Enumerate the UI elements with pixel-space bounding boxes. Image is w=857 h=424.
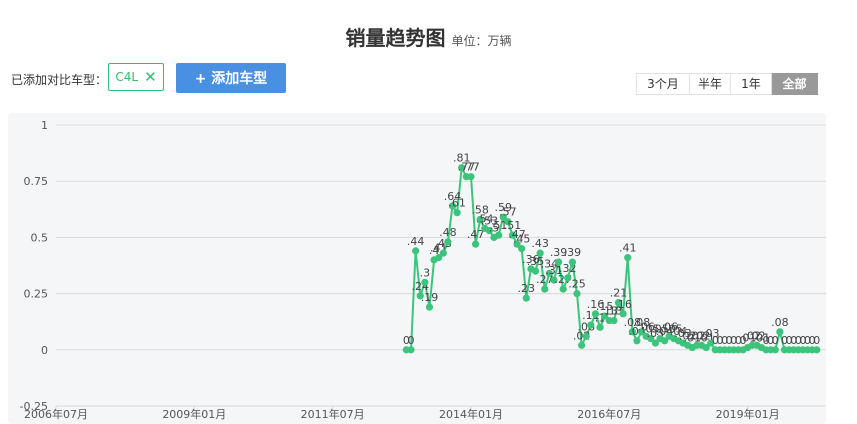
- data-label: .48: [439, 226, 457, 239]
- data-point: [624, 254, 632, 262]
- data-point: [412, 247, 420, 255]
- data-point: [536, 249, 544, 257]
- data-label: 0: [813, 334, 820, 347]
- data-label: .43: [531, 237, 549, 250]
- y-tick-label: 1: [41, 119, 48, 132]
- data-label: .08: [771, 316, 789, 329]
- data-point: [453, 209, 461, 217]
- data-point: [582, 332, 590, 340]
- data-point: [541, 285, 549, 293]
- x-tick-label: 2011年07月: [301, 407, 365, 421]
- data-label: .25: [568, 278, 586, 291]
- data-point: [610, 316, 618, 325]
- y-tick-label: 0.75: [24, 175, 49, 188]
- data-point: [444, 238, 452, 246]
- sales-trend-chart: 10.750.50.250-0.252006年07月 2009年01月 2011年0…: [20, 119, 826, 421]
- data-label: .57: [499, 206, 517, 219]
- data-label: .77: [462, 161, 480, 174]
- data-point: [439, 249, 447, 257]
- data-label: .44: [407, 235, 425, 248]
- data-label: .23: [518, 282, 536, 295]
- data-point: [522, 294, 530, 302]
- data-point: [813, 346, 821, 354]
- data-point: [568, 258, 577, 266]
- data-label: .19: [421, 291, 439, 304]
- data-point: [633, 337, 641, 345]
- data-point: [495, 231, 503, 239]
- data-point: [771, 346, 779, 354]
- data-point: [471, 240, 480, 248]
- data-point: [425, 303, 434, 311]
- data-label: .16: [614, 298, 632, 311]
- y-tick-label: 0.5: [31, 231, 49, 244]
- y-tick-label: 0.25: [24, 288, 49, 301]
- x-tick-label: 2009年01月: [162, 407, 226, 421]
- data-point: [596, 323, 604, 331]
- data-label: .3: [420, 266, 431, 279]
- x-tick-label: 2006年07月: [24, 407, 88, 421]
- x-tick-label: 2019年01月: [716, 407, 780, 421]
- x-tick-label: 2014年01月: [439, 407, 503, 421]
- data-label: .45: [513, 233, 531, 246]
- data-point: [467, 173, 475, 181]
- data-point: [518, 245, 526, 253]
- data-point: [421, 278, 429, 286]
- y-tick-label: 0: [41, 344, 48, 357]
- data-label: .41: [619, 242, 637, 255]
- data-point: [573, 290, 581, 298]
- data-point: [407, 346, 415, 354]
- data-label: .39: [564, 246, 582, 259]
- data-point: [578, 341, 586, 349]
- data-label: 0: [772, 334, 779, 347]
- data-label: 0: [408, 334, 415, 347]
- data-label: .61: [448, 197, 466, 210]
- x-tick-label: 2016年07月: [577, 407, 641, 421]
- data-point: [559, 285, 567, 293]
- data-point: [587, 321, 595, 329]
